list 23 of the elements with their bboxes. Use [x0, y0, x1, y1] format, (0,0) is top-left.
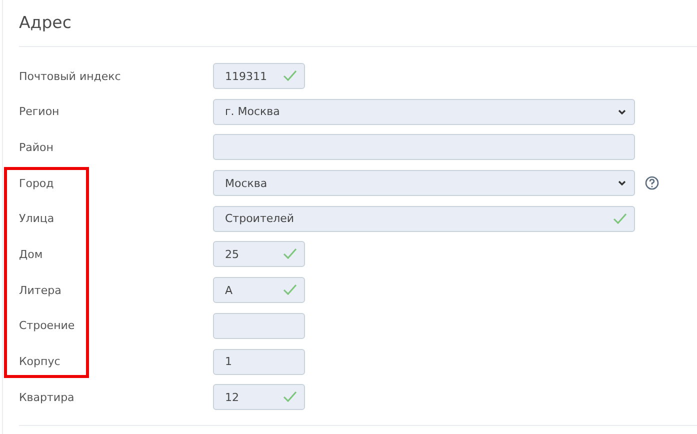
field-label: Литера: [19, 284, 62, 297]
input-field[interactable]: [213, 312, 305, 339]
dropdown[interactable]: г. Москва: [213, 98, 635, 125]
field-label: Строение: [19, 319, 76, 332]
field-label: Дом: [19, 248, 44, 261]
dropdown[interactable]: Москва: [213, 170, 635, 196]
input-field[interactable]: 12: [213, 384, 305, 410]
field-label: Улица: [19, 212, 56, 226]
field-label: Почтовый индекс: [19, 70, 122, 82]
help-icon[interactable]: [645, 176, 659, 190]
field-label: Корпус: [19, 355, 62, 368]
input-field[interactable]: 119311: [213, 63, 305, 89]
input-field[interactable]: 1: [213, 348, 305, 374]
field-label: Регион: [19, 105, 60, 118]
section-title: Адрес: [19, 12, 72, 34]
input-field[interactable]: 25: [213, 241, 305, 268]
input-field[interactable]: Строителей: [213, 206, 635, 232]
input-field[interactable]: А: [213, 277, 305, 304]
input-field[interactable]: [213, 134, 635, 160]
field-label: Город: [19, 176, 55, 190]
field-label: Квартира: [19, 390, 76, 404]
field-label: Район: [19, 140, 54, 154]
chevron-down-icon: [617, 178, 627, 188]
